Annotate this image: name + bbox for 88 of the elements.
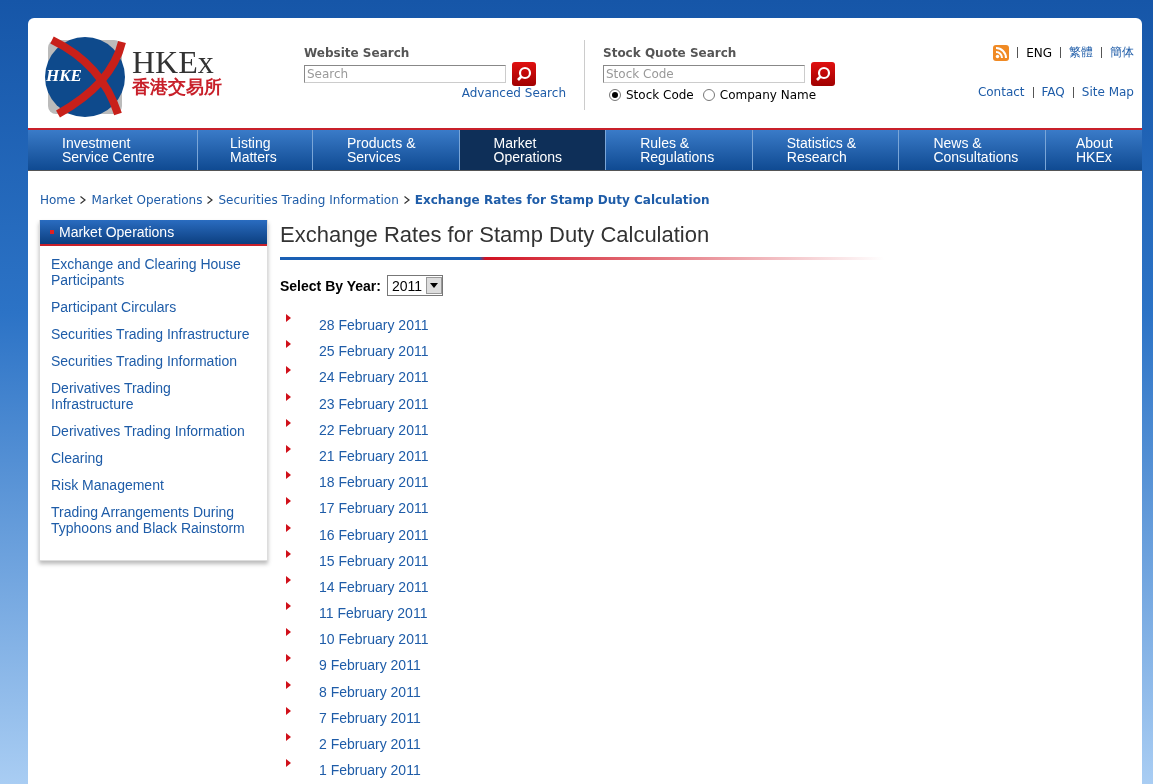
dropdown-arrow-icon: [430, 283, 439, 288]
year-select[interactable]: 2011: [386, 275, 444, 296]
nav-tab[interactable]: Listing Matters: [198, 130, 313, 170]
date-link[interactable]: 18 February 2011: [319, 473, 429, 493]
chevron-icon: [207, 196, 214, 204]
sidebar-link[interactable]: Clearing: [51, 450, 255, 466]
bullet-arrow-icon: [286, 366, 291, 375]
bullet-arrow-icon: [286, 602, 291, 611]
bullet-arrow-icon: [286, 418, 291, 427]
sidebar-title: Market Operations: [59, 224, 175, 240]
search-button[interactable]: [811, 62, 835, 86]
nav-tab[interactable]: Statistics & Research: [752, 130, 900, 170]
bullet-arrow-icon: [286, 340, 291, 349]
breadcrumb-link[interactable]: Home: [40, 193, 76, 207]
bullet-arrow-icon: [286, 444, 291, 453]
bullet-arrow-icon: [286, 392, 291, 401]
date-link[interactable]: 9 February 2011: [319, 656, 421, 676]
search-icon: [815, 66, 831, 82]
date-link[interactable]: 24 February 2011: [319, 368, 429, 388]
date-link[interactable]: 25 February 2011: [319, 342, 429, 362]
nav-tab[interactable]: Rules & Regulations: [606, 130, 753, 170]
date-link[interactable]: 17 February 2011: [319, 499, 429, 519]
bullet-arrow-icon: [286, 575, 291, 584]
bullet-arrow-icon: [286, 497, 291, 506]
date-link[interactable]: 21 February 2011: [319, 446, 429, 466]
date-link[interactable]: 22 February 2011: [319, 420, 429, 440]
date-link[interactable]: 16 February 2011: [319, 525, 429, 545]
radio-label: Stock Code: [626, 88, 694, 102]
stock-code-field[interactable]: Stock Code: [603, 65, 805, 83]
language-link[interactable]: ENG: [1026, 45, 1052, 60]
search-icon: [516, 66, 532, 82]
bullet-arrow-icon: [286, 471, 291, 480]
logo-text: HKE: [46, 66, 82, 86]
breadcrumb-link[interactable]: Exchange Rates for Stamp Duty Calculation: [414, 193, 710, 207]
breadcrumb-link[interactable]: Market Operations: [91, 193, 203, 207]
date-link[interactable]: 14 February 2011: [319, 577, 429, 597]
breadcrumb-link[interactable]: Securities Trading Information: [218, 193, 399, 207]
bullet-arrow-icon: [286, 706, 291, 715]
bullet-arrow-icon: [286, 549, 291, 558]
bullet-arrow-icon: [286, 759, 291, 768]
nav-tab[interactable]: Investment Service Centre: [28, 130, 198, 170]
search-title: Website Search: [304, 46, 411, 62]
advanced-search-link[interactable]: Advanced Search: [461, 86, 566, 100]
nav-tab[interactable]: News & Consultations: [899, 130, 1046, 170]
logo-chinese-name: 香港交易所: [132, 77, 222, 97]
sidebar-link[interactable]: Trading Arrangements During Typhoons and Black Rainstorm: [51, 504, 255, 536]
language-link[interactable]: 繁體: [1069, 44, 1093, 61]
radio-button[interactable]: [702, 89, 715, 101]
year-label: Select By Year:: [280, 277, 381, 294]
sidebar-link[interactable]: Securities Trading Infrastructure: [51, 326, 255, 342]
search-title: Stock Quote Search: [603, 46, 738, 62]
nav-tab[interactable]: Market Operations: [459, 130, 607, 170]
utility-link[interactable]: FAQ: [1041, 85, 1065, 99]
utility-link[interactable]: Contact: [977, 85, 1025, 99]
logo-name: HKEx: [132, 47, 214, 77]
radio-label: Company Name: [719, 88, 817, 102]
bullet-arrow-icon: [286, 523, 291, 532]
sidebar-link[interactable]: Exchange and Clearing House Participants: [51, 256, 255, 288]
date-link[interactable]: 1 February 2011: [319, 761, 421, 781]
date-link[interactable]: 11 February 2011: [319, 604, 428, 624]
bullet-arrow-icon: [286, 733, 291, 741]
sidebar-link[interactable]: Participant Circulars: [51, 299, 255, 315]
nav-tab[interactable]: About HKEx: [1045, 130, 1142, 170]
date-link[interactable]: 28 February 2011: [319, 316, 429, 335]
page-title: Exchange Rates for Stamp Duty Calculation: [280, 221, 711, 248]
date-link[interactable]: 2 February 2011: [319, 735, 421, 754]
language-link[interactable]: 簡体: [1110, 44, 1134, 61]
sidebar-link[interactable]: Risk Management: [51, 477, 255, 493]
radio-button[interactable]: [609, 89, 621, 101]
date-link[interactable]: 10 February 2011: [319, 630, 429, 650]
search-button[interactable]: [512, 62, 536, 86]
sidebar-link[interactable]: Derivatives Trading Infrastructure: [51, 380, 255, 412]
chevron-icon: [80, 196, 87, 204]
nav-tab[interactable]: Products & Services: [313, 130, 460, 170]
search-field[interactable]: Search: [304, 65, 506, 83]
bullet-arrow-icon: [286, 680, 291, 689]
bullet-arrow-icon: [286, 654, 291, 663]
date-link[interactable]: 7 February 2011: [319, 708, 421, 728]
sidebar-link[interactable]: Securities Trading Information: [51, 353, 255, 369]
bullet-arrow-icon: [286, 628, 291, 637]
logo-icon: [42, 34, 128, 120]
chevron-icon: [403, 196, 410, 204]
date-link[interactable]: 8 February 2011: [319, 682, 421, 702]
date-link[interactable]: 23 February 2011: [319, 394, 429, 414]
sidebar-link[interactable]: Derivatives Trading Information: [51, 423, 255, 439]
utility-link[interactable]: Site Map: [1081, 85, 1134, 99]
bullet-arrow-icon: [286, 314, 291, 322]
date-link[interactable]: 15 February 2011: [319, 551, 429, 571]
